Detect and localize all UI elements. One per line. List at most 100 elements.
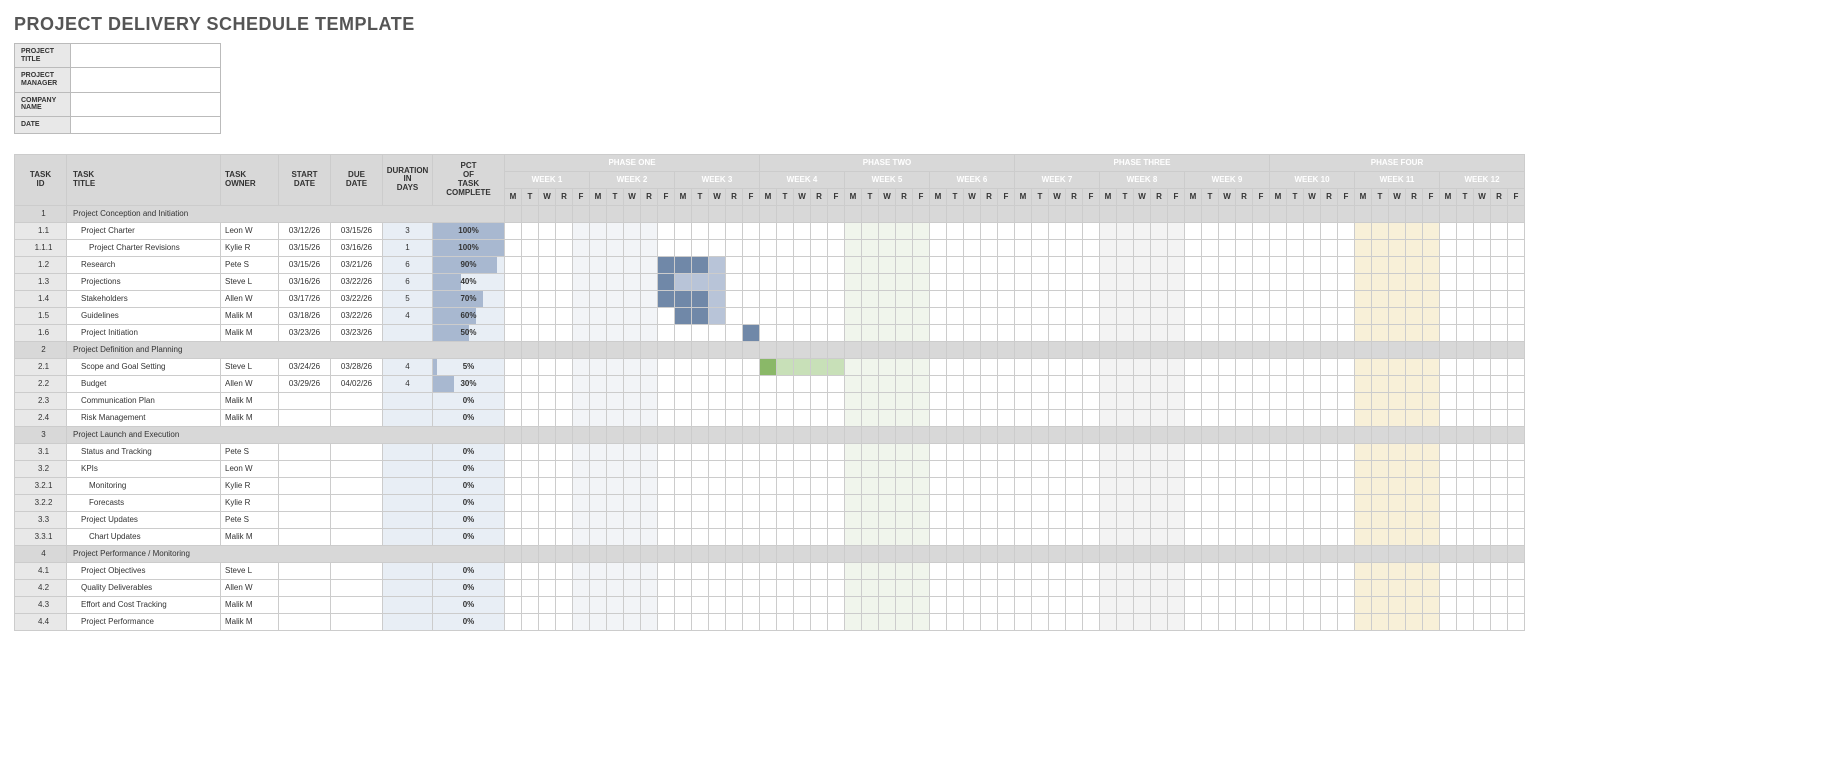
gantt-cell [760,613,777,630]
gantt-cell [1270,324,1287,341]
gantt-cell [573,545,590,562]
gantt-cell [1100,460,1117,477]
gantt-cell [1406,426,1423,443]
meta-value[interactable] [71,44,221,68]
gantt-cell [1185,562,1202,579]
section-row: 2Project Definition and Planning [15,341,1525,358]
gantt-cell [624,324,641,341]
gantt-cell [1185,596,1202,613]
meta-value[interactable] [71,92,221,116]
gantt-cell [1015,358,1032,375]
gantt-cell [760,222,777,239]
pct-complete: 50% [433,324,505,341]
gantt-cell [1474,409,1491,426]
gantt-cell [1304,426,1321,443]
gantt-cell [998,358,1015,375]
gantt-cell [845,443,862,460]
gantt-cell [726,579,743,596]
gantt-cell [862,613,879,630]
gantt-cell [930,443,947,460]
gantt-cell [522,324,539,341]
gantt-cell [1202,392,1219,409]
gantt-cell [998,409,1015,426]
gantt-cell [777,222,794,239]
gantt-cell [777,273,794,290]
gantt-cell [1083,562,1100,579]
due-date [331,460,383,477]
gantt-cell [726,494,743,511]
gantt-cell [522,290,539,307]
gantt-cell [1338,256,1355,273]
gantt-cell [1304,273,1321,290]
gantt-cell [1219,358,1236,375]
gantt-cell [777,494,794,511]
gantt-cell [1015,256,1032,273]
gantt-cell [1083,426,1100,443]
gantt-cell [1219,341,1236,358]
gantt-cell [1338,511,1355,528]
task-owner: Steve L [221,273,279,290]
gantt-cell [675,273,692,290]
gantt-cell [726,528,743,545]
gantt-cell [981,222,998,239]
gantt-cell [879,562,896,579]
gantt-cell [624,273,641,290]
gantt-cell [1304,596,1321,613]
gantt-cell [1100,528,1117,545]
gantt-cell [607,613,624,630]
gantt-cell [1134,477,1151,494]
gantt-cell [981,205,998,222]
gantt-cell [709,579,726,596]
gantt-cell [1151,613,1168,630]
gantt-cell [556,222,573,239]
gantt-cell [777,477,794,494]
gantt-cell [1491,256,1508,273]
gantt-cell [658,460,675,477]
gantt-cell [828,443,845,460]
gantt-cell [1253,324,1270,341]
gantt-cell [1304,324,1321,341]
day-header: M [1440,188,1457,205]
day-header: T [522,188,539,205]
gantt-cell [1457,324,1474,341]
gantt-cell [1491,341,1508,358]
meta-value[interactable] [71,117,221,134]
gantt-cell [1151,375,1168,392]
task-owner: Pete S [221,511,279,528]
gantt-cell [1066,205,1083,222]
gantt-cell [1185,426,1202,443]
gantt-cell [794,528,811,545]
gantt-cell [1185,477,1202,494]
gantt-cell [1355,341,1372,358]
gantt-cell [573,477,590,494]
gantt-cell [760,528,777,545]
day-header: R [1066,188,1083,205]
gantt-cell [573,307,590,324]
pct-complete: 0% [433,528,505,545]
gantt-cell [590,307,607,324]
gantt-cell [539,511,556,528]
week-header: WEEK 3 [675,171,760,188]
gantt-cell [743,205,760,222]
duration [383,528,433,545]
gantt-cell [913,596,930,613]
gantt-cell [1287,545,1304,562]
gantt-cell [556,239,573,256]
gantt-cell [1474,205,1491,222]
gantt-cell [794,256,811,273]
gantt-cell [1202,324,1219,341]
task-title: Quality Deliverables [67,579,221,596]
gantt-cell [1202,409,1219,426]
gantt-cell [1491,290,1508,307]
meta-value[interactable] [71,68,221,92]
gantt-cell [1066,494,1083,511]
gantt-cell [1372,545,1389,562]
gantt-cell [998,545,1015,562]
gantt-cell [1185,494,1202,511]
gantt-cell [1202,545,1219,562]
start-date: 03/18/26 [279,307,331,324]
gantt-cell [998,256,1015,273]
gantt-cell [1117,205,1134,222]
gantt-cell [1202,460,1219,477]
gantt-cell [624,222,641,239]
